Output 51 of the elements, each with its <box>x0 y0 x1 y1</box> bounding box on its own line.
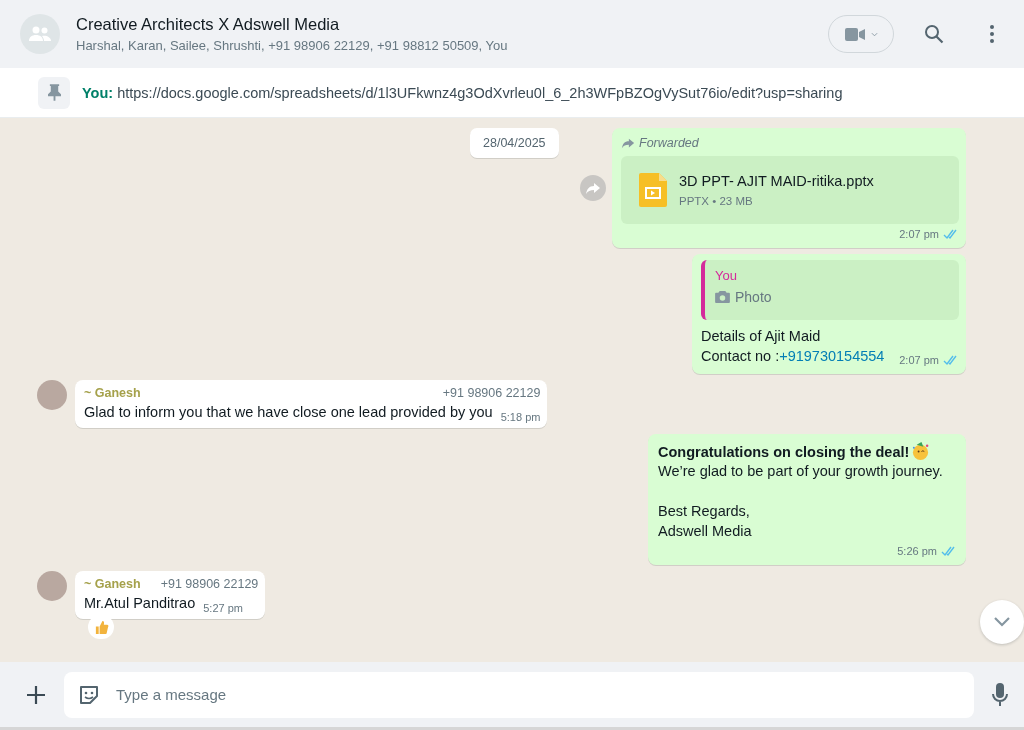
quoted-message[interactable]: You Photo <box>701 260 959 320</box>
search-icon <box>924 24 944 44</box>
microphone-icon[interactable] <box>992 682 1008 707</box>
date-chip: 28/04/2025 <box>470 128 559 158</box>
quote-text: Photo <box>735 289 772 305</box>
camera-icon <box>715 291 730 303</box>
double-tick-icon <box>943 228 959 240</box>
message-time: 5:27 pm <box>203 602 243 614</box>
pinned-message-text: You: https://docs.google.com/spreadsheets/d/1l3UFkwnz4g3OdXvrleu0l_6_2h3WFpBZOgVySut76io/edit?usp=sharing <box>82 84 843 101</box>
share-arrow-icon <box>585 180 601 196</box>
forward-button[interactable] <box>580 175 606 201</box>
double-tick-icon <box>943 354 959 366</box>
party-face-icon <box>911 442 931 461</box>
forwarded-label: Forwarded <box>639 136 699 150</box>
caret-icon <box>870 31 878 37</box>
avatar-photo[interactable] <box>37 380 67 410</box>
slides-file-icon <box>639 173 667 207</box>
file-name: 3D PPT- AJIT MAID-ritika.pptx <box>679 173 874 189</box>
message-text: Mr.Atul Panditrao <box>84 595 196 611</box>
message-time: 5:18 pm <box>500 411 541 423</box>
message-text: Details of Ajit Maid <box>701 327 822 346</box>
sender-phone: +91 98906 22129 <box>160 577 259 591</box>
member-list: Harshal, Karan, Sailee, Shrushti, +91 98906 22129, +91 98812 50509, You <box>76 38 812 53</box>
message-text: Contact no :+919730154554 <box>701 347 886 366</box>
forward-icon <box>621 136 635 150</box>
message-text: We’re glad to be part of your growth journey. Best Regards, Adswell Media <box>658 462 944 541</box>
chevron-down-icon <box>994 617 1010 627</box>
pin-icon <box>38 76 70 109</box>
avatar-photo[interactable] <box>37 571 67 601</box>
file-attachment[interactable]: 3D PPT- AJIT MAID-ritika.pptx PPTX • 23 MB <box>621 156 959 224</box>
reaction-badge[interactable] <box>88 615 114 639</box>
video-camera-icon <box>844 27 865 41</box>
quote-author: You <box>715 268 738 283</box>
plus-icon[interactable] <box>26 684 46 705</box>
message-composer-field[interactable]: Type a message <box>64 671 974 718</box>
sender-name[interactable]: ~ Ganesh <box>84 386 141 400</box>
message-input-field[interactable]: Type a message <box>114 685 960 704</box>
scroll-down-button[interactable] <box>980 600 1024 644</box>
menu-icon <box>990 25 994 43</box>
sender-name[interactable]: ~ Ganesh <box>84 577 141 591</box>
chat-title[interactable]: Creative Architects X Adswell Media <box>76 15 812 34</box>
phone-link[interactable]: +919730154554 <box>779 348 885 364</box>
file-details: PPTX • 23 MB <box>679 195 754 207</box>
message-time: 2:07 pm <box>899 354 939 366</box>
double-tick-icon <box>941 545 957 557</box>
message-text: Glad to inform you that we have close one lead provided by you <box>84 404 493 420</box>
sticker-icon[interactable] <box>78 683 100 706</box>
message-headline: Congratulations on closing the deal! <box>658 443 910 460</box>
sender-phone: +91 98906 22129 <box>442 386 541 400</box>
message-time: 5:26 pm <box>897 545 937 557</box>
message-time: 2:07 pm <box>899 228 939 240</box>
